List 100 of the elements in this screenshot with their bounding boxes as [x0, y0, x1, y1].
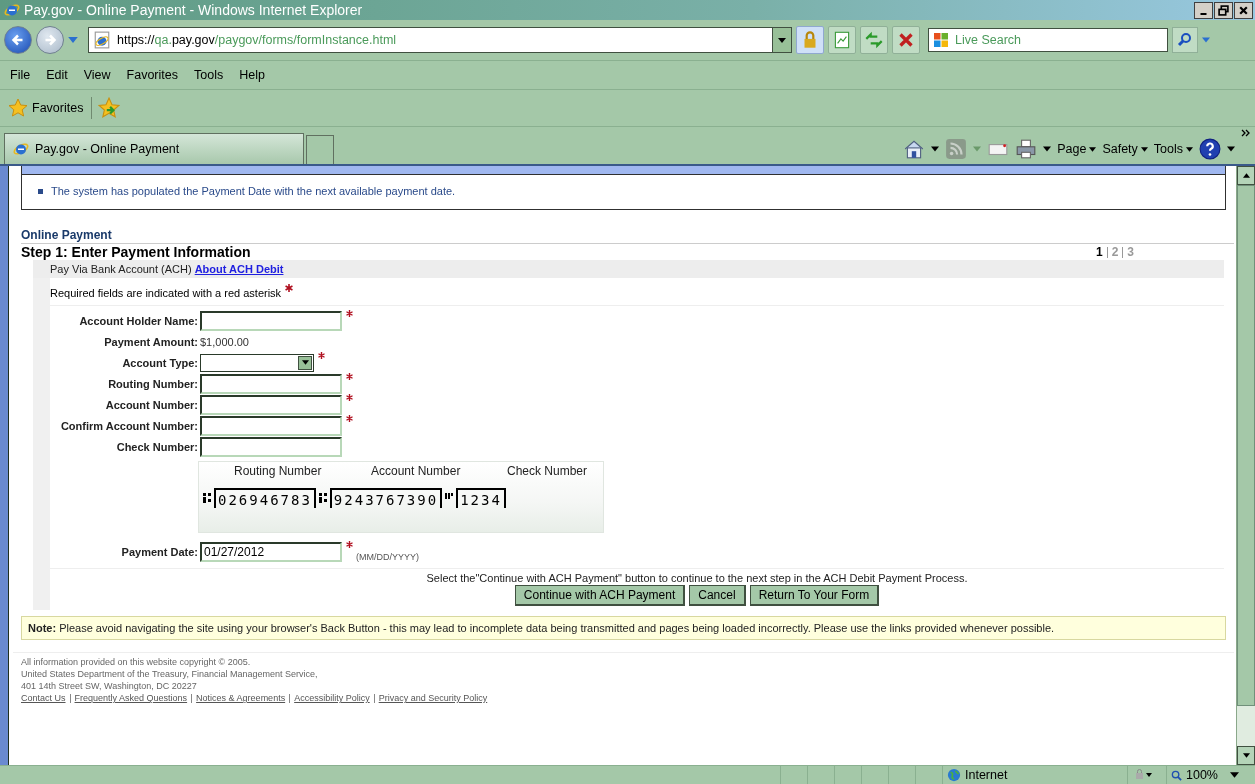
new-tab-button[interactable] [306, 135, 334, 164]
dropdown-arrow-icon[interactable] [1043, 146, 1052, 152]
vertical-scrollbar[interactable] [1236, 166, 1255, 765]
field-label: Routing Number: [107, 377, 199, 390]
forward-button[interactable] [36, 26, 64, 54]
search-field[interactable]: Live Search [928, 28, 1168, 52]
payment-date-field[interactable]: 01/27/2012 [200, 541, 342, 562]
command-menu[interactable]: Safety [1102, 142, 1148, 156]
dropdown-arrow-icon[interactable] [931, 146, 940, 152]
caret-icon [1230, 772, 1239, 778]
field-label: Payment Date: [120, 545, 199, 558]
payment-method-label: Pay Via Bank Account (ACH) [50, 263, 192, 275]
restore-icon [1218, 4, 1229, 16]
star-icon [8, 98, 28, 118]
close-button[interactable] [1234, 1, 1253, 19]
field-label: Check Number: [115, 440, 199, 453]
menu-item[interactable]: Tools [192, 66, 226, 84]
check-label: Routing Number [234, 464, 322, 478]
ie-logo-icon [4, 2, 20, 18]
text-field[interactable] [200, 436, 342, 457]
printer-icon[interactable] [1015, 138, 1038, 160]
footer-link[interactable]: Notices & Agreements [196, 692, 286, 704]
step-number: 3 [1127, 245, 1134, 259]
home-icon[interactable] [903, 138, 926, 160]
scrollbar-thumb[interactable] [1237, 185, 1255, 706]
globe-icon [947, 768, 961, 782]
menu-item[interactable]: View [81, 66, 113, 84]
form-button[interactable]: Cancel [689, 585, 746, 606]
payment-amount: $1,000.00 [200, 335, 249, 348]
note-text: Note: Please avoid navigating the site using your browser's Back Button - this may lead to incomplete data being transmitted and pages being loaded incorrectly. Please use the links provided whenever possible. [21, 616, 1226, 640]
caret-icon [778, 37, 786, 43]
caret-icon [1089, 146, 1097, 152]
section-title: Online Payment [21, 228, 1234, 244]
text-field[interactable] [200, 373, 342, 394]
step-title: Step 1: Enter Payment Information [21, 244, 251, 260]
required-note: Required fields are indicated with a red asterisk [50, 287, 282, 299]
form-button[interactable]: Return To Your Form [749, 585, 880, 606]
chevron-icon[interactable] [1241, 129, 1251, 137]
stop-icon[interactable] [892, 26, 920, 54]
field-label: Account Number: [104, 398, 199, 411]
check-label: Check Number [507, 464, 588, 478]
text-field[interactable] [200, 394, 342, 415]
command-menu[interactable]: Tools [1153, 142, 1193, 156]
zoom-level[interactable]: 100% [1166, 766, 1251, 784]
search-icon [1177, 32, 1193, 48]
menu-item[interactable]: File [8, 66, 33, 84]
menu-item[interactable]: Favorites [124, 66, 180, 84]
check-label: Account Number [371, 464, 461, 478]
step-number: 2 [1111, 245, 1119, 259]
form-button[interactable]: Continue with ACH Payment [514, 585, 686, 606]
dropdown-arrow-icon[interactable] [1227, 146, 1235, 152]
field-label: Payment Amount: [103, 335, 199, 348]
footer-link[interactable]: Accessibility Policy [294, 692, 370, 704]
micr-check-number: 1234 [456, 488, 506, 508]
system-message-text: The system has populated the Payment Date with the next available payment date. [51, 185, 456, 197]
field-label: Account Holder Name: [78, 314, 199, 327]
caret-icon [1186, 146, 1193, 152]
about-ach-link[interactable]: About ACH Debit [194, 263, 284, 275]
date-format-hint: (MM/DD/YYYY) [356, 552, 419, 562]
security-zone: Internet [942, 766, 1127, 784]
command-menu[interactable]: Page [1057, 142, 1097, 156]
menu-item[interactable]: Edit [44, 66, 70, 84]
transit-symbol-icon [318, 493, 327, 503]
scroll-up-icon[interactable] [1242, 173, 1250, 178]
restore-button[interactable] [1214, 1, 1233, 19]
minimize-button[interactable] [1194, 1, 1213, 19]
address-field[interactable]: https://qa.pay.gov/paygov/forms/formInstance.html [88, 27, 792, 53]
step-number: 1 [1095, 245, 1103, 259]
field-label: Account Type: [121, 356, 199, 369]
instruction-text: Select the"Continue with ACH Payment" button to continue to the next step in the ACH Debit Payment Process. [425, 572, 969, 584]
magnifier-icon [1171, 769, 1182, 781]
address-dropdown-button[interactable] [772, 28, 791, 52]
micr-routing-number: 026946783 [214, 488, 316, 508]
micr-account-number: 9243767390 [329, 488, 443, 508]
footer-link[interactable]: Privacy and Security Policy [378, 692, 488, 704]
window-title: Pay.gov - Online Payment - Windows Internet Explorer [24, 2, 364, 18]
field-label: Confirm Account Number: [59, 419, 199, 432]
menu-item[interactable]: Help [237, 66, 267, 84]
browser-tab[interactable]: Pay.gov - Online Payment [4, 133, 304, 164]
footer-text: United States Department of the Treasury, Financial Management Service, [21, 668, 319, 680]
footer-link[interactable]: Contact Us [21, 692, 66, 704]
ie-logo-icon [13, 141, 29, 157]
scroll-down-icon[interactable] [1242, 753, 1250, 758]
ie-page-icon [93, 31, 111, 49]
close-icon [1238, 4, 1249, 16]
text-field[interactable] [200, 310, 342, 331]
caret-icon [1140, 146, 1148, 152]
text-field[interactable] [200, 415, 342, 436]
minimize-icon [1200, 12, 1207, 15]
help-icon[interactable] [1199, 138, 1221, 160]
page-compatibility-icon[interactable] [828, 26, 856, 54]
account-type-dropdown[interactable] [200, 353, 314, 372]
footer-text: 401 14th Street SW, Washington, DC 20227 [21, 680, 198, 692]
search-button[interactable] [1172, 27, 1198, 53]
footer-link[interactable]: Frequently Asked Questions [74, 692, 188, 704]
footer-text: All information provided on this website copyright © 2005. [21, 656, 252, 668]
back-button[interactable] [4, 26, 32, 54]
caret-icon [301, 360, 309, 365]
favorites-button[interactable]: Favorites [6, 96, 86, 120]
bullet-icon [38, 188, 43, 194]
